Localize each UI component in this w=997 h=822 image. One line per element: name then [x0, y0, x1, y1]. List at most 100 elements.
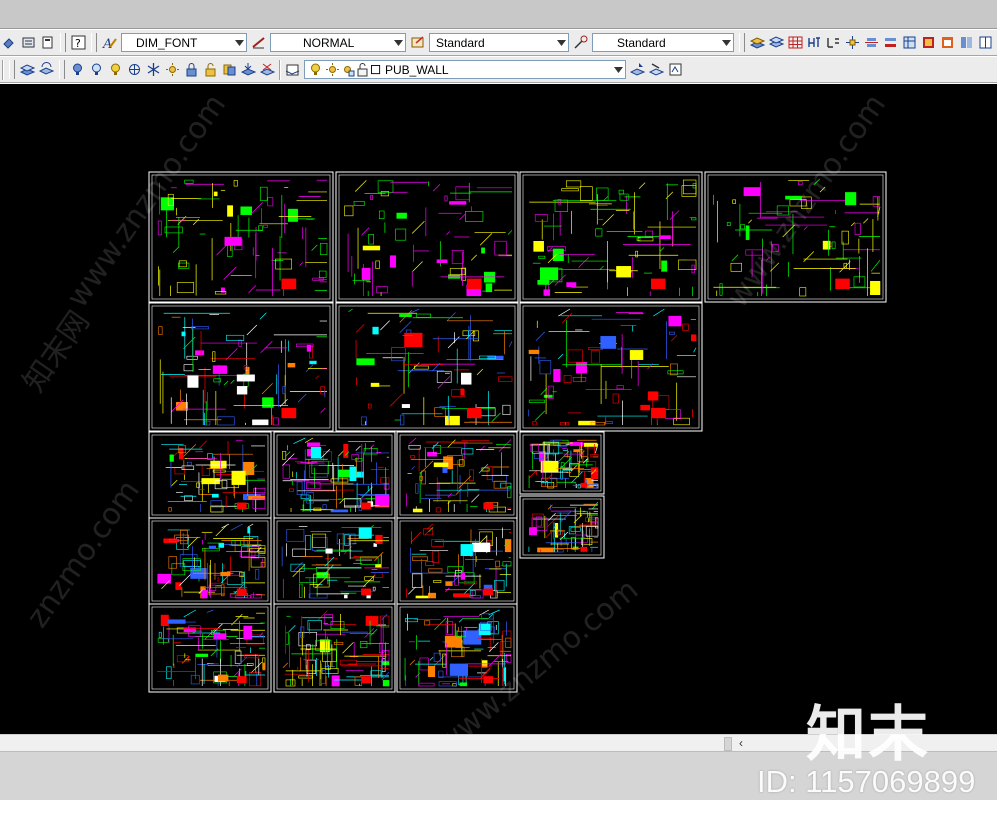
distribute-icon[interactable]: [883, 35, 898, 50]
drawing-sheet[interactable]: [335, 171, 519, 303]
lightbulb-icon[interactable]: [108, 62, 123, 77]
calculator-icon[interactable]: [40, 35, 55, 50]
cad-block: [469, 469, 474, 482]
make-current-layer-icon[interactable]: [630, 62, 645, 77]
cad-block: [168, 507, 172, 512]
dim-style-icon[interactable]: [251, 35, 266, 50]
text-style-select[interactable]: DIM_FONT: [121, 33, 247, 52]
layer-properties-icon[interactable]: [750, 35, 765, 50]
drawing-sheet[interactable]: [335, 302, 519, 432]
chevron-down-icon[interactable]: [611, 61, 625, 78]
table-grid-icon[interactable]: [788, 35, 803, 50]
image-manager-icon[interactable]: [940, 35, 955, 50]
cad-block: [499, 641, 504, 655]
table-style-select[interactable]: Standard: [429, 33, 569, 52]
drawing-sheet[interactable]: [148, 431, 272, 519]
cad-line: [429, 656, 434, 661]
cad-block: [472, 542, 491, 553]
multileader-style-select[interactable]: Standard: [592, 33, 734, 52]
drawing-sheet[interactable]: [273, 603, 396, 693]
drawing-sheet[interactable]: [704, 171, 887, 303]
cad-block: [306, 482, 321, 490]
model-space[interactable]: [0, 84, 997, 734]
cad-block: [579, 186, 593, 201]
sun-icon[interactable]: [165, 62, 180, 77]
help-icon[interactable]: ?: [71, 35, 86, 50]
scroll-thumb[interactable]: [724, 737, 732, 751]
cad-block: [305, 535, 312, 550]
multileader-style-icon[interactable]: [573, 35, 588, 50]
cad-block: [427, 451, 437, 457]
cad-line: [183, 444, 197, 457]
drawing-sheet[interactable]: [519, 495, 605, 559]
block-icon[interactable]: [807, 35, 822, 50]
cad-block: [186, 355, 198, 360]
chevron-down-icon[interactable]: [391, 34, 405, 51]
text-style-icon[interactable]: A: [102, 35, 117, 50]
chevron-down-icon[interactable]: [232, 34, 246, 51]
layer-delete-icon[interactable]: [260, 62, 275, 77]
table-editor-icon[interactable]: [902, 35, 917, 50]
layer-isolate-icon[interactable]: [89, 62, 104, 77]
layer-select[interactable]: PUB_WALL: [304, 60, 626, 79]
table-style-icon[interactable]: [410, 35, 425, 50]
cad-block: [799, 287, 807, 297]
drawing-sheet[interactable]: [273, 517, 396, 605]
layer-state-icon[interactable]: [668, 62, 683, 77]
drawing-sheet[interactable]: [519, 171, 703, 303]
cad-line: [361, 486, 373, 499]
layer-previous-icon[interactable]: [39, 62, 54, 77]
lock-icon[interactable]: [184, 62, 199, 77]
cad-line: [638, 182, 646, 189]
drawing-sheet[interactable]: [396, 517, 518, 605]
dim-style-select[interactable]: NORMAL: [270, 33, 406, 52]
drawing-sheet[interactable]: [396, 603, 518, 693]
layer-on-icon[interactable]: [70, 62, 85, 77]
data-link-icon[interactable]: [921, 35, 936, 50]
cad-block: [453, 593, 470, 598]
cad-block: [427, 665, 436, 677]
drawing-sheet[interactable]: [148, 517, 272, 605]
cad-block: [438, 670, 444, 678]
layer-match-icon[interactable]: [649, 62, 664, 77]
cad-block: [201, 464, 210, 476]
cad-block: [376, 286, 388, 294]
layer-properties-manager-icon[interactable]: [285, 62, 300, 77]
drawing-sheet[interactable]: [148, 603, 272, 693]
title-stamp: [651, 407, 666, 419]
drawing-sheet[interactable]: [273, 431, 396, 519]
drawing-sheet[interactable]: [148, 302, 334, 432]
cad-block: [217, 674, 229, 682]
split-view-icon[interactable]: [978, 35, 993, 50]
unlock-icon[interactable]: [203, 62, 218, 77]
unlock-icon: [355, 62, 370, 77]
properties-icon[interactable]: [21, 35, 36, 50]
cad-block: [539, 360, 552, 375]
chevron-down-icon[interactable]: [554, 34, 568, 51]
drawing-sheet[interactable]: [148, 171, 334, 303]
drawing-sheet[interactable]: [519, 302, 703, 432]
chevron-down-icon[interactable]: [719, 34, 733, 51]
cad-block: [220, 571, 231, 577]
cad-line: [459, 214, 466, 221]
attribute-icon[interactable]: [826, 35, 841, 50]
cad-block: [543, 289, 550, 296]
cad-block: [195, 653, 209, 657]
drawing-canvas[interactable]: 知末网 www.znzmo.com znzmo.com www.znzmo.co…: [0, 84, 997, 734]
layer-walk-icon[interactable]: [222, 62, 237, 77]
match-properties-icon[interactable]: [2, 35, 17, 50]
layer-manager-icon[interactable]: [20, 62, 35, 77]
scroll-left-icon[interactable]: ‹: [734, 735, 748, 751]
snowflake-icon[interactable]: [146, 62, 161, 77]
cad-line: [665, 191, 674, 200]
align-icon[interactable]: [864, 35, 879, 50]
layer-merge-icon[interactable]: [241, 62, 256, 77]
drawing-sheet[interactable]: [396, 431, 518, 519]
layer-stack-icon[interactable]: [769, 35, 784, 50]
cad-line: [261, 383, 273, 395]
column-layout-icon[interactable]: [959, 35, 974, 50]
drawing-sheet[interactable]: [519, 431, 605, 495]
freeze-icon[interactable]: [127, 62, 142, 77]
insert-point-icon[interactable]: [845, 35, 860, 50]
cad-block: [361, 267, 371, 280]
